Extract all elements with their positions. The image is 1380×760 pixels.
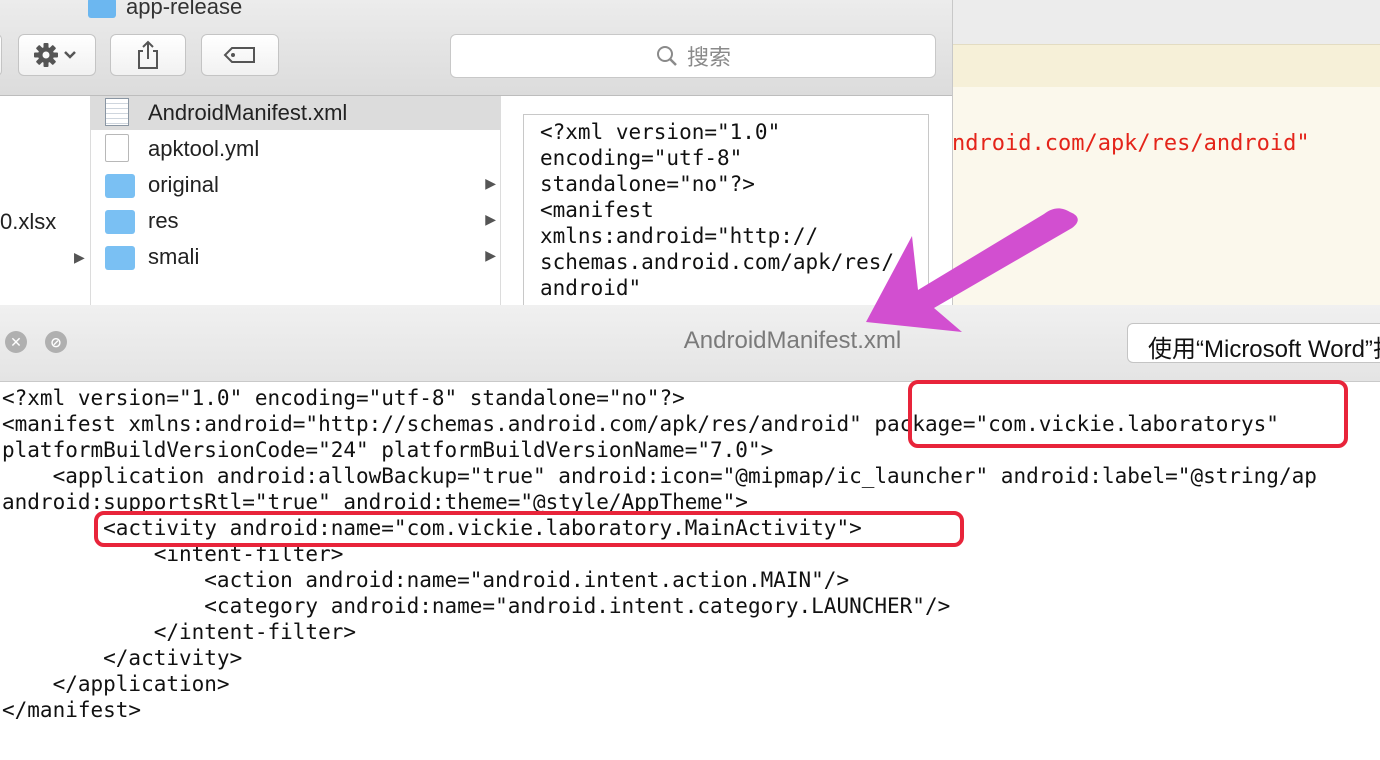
share-button[interactable] bbox=[110, 34, 186, 76]
search-field[interactable]: 搜索 bbox=[450, 34, 936, 78]
code-line: <category android:name="android.intent.c… bbox=[2, 594, 951, 618]
file-item-androidmanifest[interactable]: AndroidManifest.xml bbox=[91, 96, 500, 130]
background-editor-window: ndroid.com/apk/res/android" bbox=[940, 0, 1380, 305]
list-item[interactable]: 0.xlsx bbox=[0, 209, 56, 235]
view-button[interactable] bbox=[0, 34, 2, 76]
chevron-right-icon: ▶ bbox=[485, 211, 496, 227]
action-menu-button[interactable] bbox=[18, 34, 96, 76]
editor-notification-strip bbox=[940, 44, 1380, 88]
code-line: <action android:name="android.intent.act… bbox=[2, 568, 850, 592]
file-preview: <?xml version="1.0" encoding="utf-8" sta… bbox=[523, 114, 929, 314]
finder-window: app-release 搜索 0.xlsx ▶ AndroidManifest.… bbox=[0, 0, 953, 314]
folder-name: res bbox=[148, 208, 179, 233]
files-column: AndroidManifest.xml apktool.yml original… bbox=[91, 96, 501, 305]
editor-area bbox=[940, 87, 1380, 305]
preview-line: <manifest bbox=[540, 198, 654, 222]
preview-line: schemas.android.com/apk/res/ bbox=[540, 250, 895, 274]
file-icon bbox=[105, 134, 129, 162]
activity-highlight bbox=[94, 511, 964, 547]
chevron-right-icon: ▶ bbox=[485, 175, 496, 191]
preview-column: <?xml version="1.0" encoding="utf-8" sta… bbox=[501, 96, 952, 314]
folder-item-res[interactable]: res ▶ bbox=[91, 204, 500, 238]
folder-item-original[interactable]: original ▶ bbox=[91, 168, 500, 202]
folder-name: smali bbox=[148, 244, 200, 269]
quicklook-titlebar: ✕ ⊘ AndroidManifest.xml 使用“Microsoft Wor… bbox=[0, 305, 1380, 382]
folder-item-smali[interactable]: smali ▶ bbox=[91, 240, 500, 274]
folder-icon bbox=[105, 174, 135, 198]
tag-icon bbox=[223, 47, 255, 63]
file-item-apktool[interactable]: apktool.yml bbox=[91, 132, 500, 166]
chevron-right-icon: ▶ bbox=[485, 247, 496, 263]
open-with-button[interactable]: 使用“Microsoft Word”打开 bbox=[1127, 323, 1380, 363]
code-line: </application> bbox=[2, 672, 230, 696]
folder-icon bbox=[105, 210, 135, 234]
quicklook-window: ✕ ⊘ AndroidManifest.xml 使用“Microsoft Wor… bbox=[0, 305, 1380, 760]
preview-line: xmlns:android="http:// bbox=[540, 224, 819, 248]
parent-column: 0.xlsx ▶ bbox=[0, 96, 91, 305]
xml-file-icon bbox=[105, 98, 129, 126]
preview-line: encoding="utf-8" bbox=[540, 146, 743, 170]
code-line: <application android:allowBackup="true" … bbox=[2, 464, 1317, 488]
code-line: </manifest> bbox=[2, 698, 142, 722]
code-line: </activity> bbox=[2, 646, 243, 670]
window-title: app-release bbox=[126, 0, 243, 19]
folder-name: original bbox=[148, 172, 219, 197]
gear-icon bbox=[34, 43, 76, 67]
share-icon bbox=[138, 40, 158, 69]
preview-line: standalone="no"?> bbox=[540, 172, 755, 196]
finder-toolbar: app-release 搜索 bbox=[0, 0, 952, 96]
preview-line: android" bbox=[540, 276, 642, 300]
folder-icon bbox=[88, 0, 116, 18]
editor-code-fragment: ndroid.com/apk/res/android" bbox=[952, 131, 1310, 156]
chevron-right-icon: ▶ bbox=[74, 249, 85, 265]
preview-line: <?xml version="1.0" bbox=[540, 120, 781, 144]
file-name: AndroidManifest.xml bbox=[148, 100, 348, 125]
tag-button[interactable] bbox=[201, 34, 279, 76]
search-icon bbox=[656, 46, 677, 66]
file-name: apktool.yml bbox=[148, 136, 260, 161]
search-placeholder: 搜索 bbox=[686, 45, 731, 70]
package-highlight bbox=[908, 380, 1348, 448]
code-line: </intent-filter> bbox=[2, 620, 357, 644]
folder-icon bbox=[105, 246, 135, 270]
